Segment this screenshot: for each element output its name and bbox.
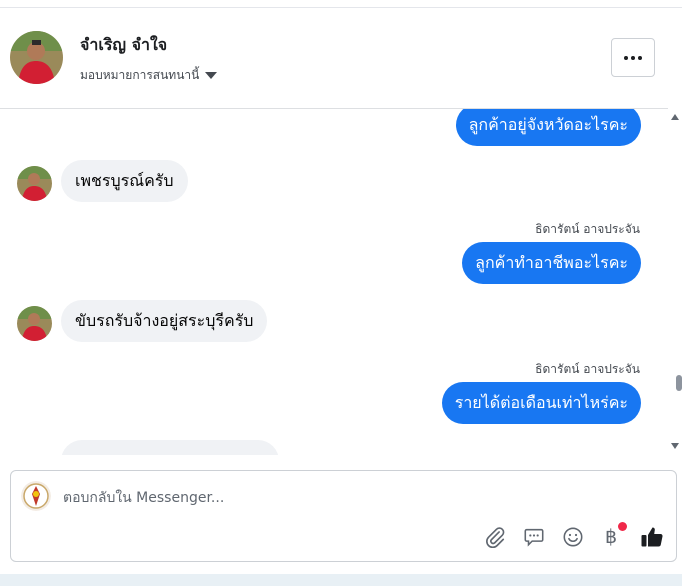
contact-name[interactable]: จำเริญ จำใจ [80, 33, 167, 58]
saved-replies-button[interactable] [522, 525, 546, 549]
like-button[interactable] [640, 525, 664, 549]
scroll-up-arrow-icon[interactable] [671, 114, 679, 120]
contact-avatar-small [17, 166, 52, 201]
thumbs-up-icon [641, 527, 663, 547]
notification-dot [618, 522, 627, 531]
smiley-icon [563, 527, 583, 547]
message-bubble-incoming-partial [61, 440, 279, 455]
ellipsis-icon [624, 55, 628, 60]
message-bubble-outgoing: ลูกค้าอยู่จังหวัดอะไรคะ [455, 109, 641, 146]
caret-down-icon [205, 72, 218, 79]
bottom-edge [0, 574, 682, 586]
payment-button[interactable]: ฿ [599, 522, 627, 549]
speech-bubble-icon [524, 528, 544, 547]
contact-avatar[interactable] [10, 31, 63, 84]
sender-name: ธิดารัตน์ อาจประจัน [535, 362, 640, 376]
scroll-down-arrow-icon[interactable] [671, 443, 679, 449]
message-bubble-outgoing: รายได้ต่อเดือนเท่าไหร่คะ [441, 382, 641, 424]
conversation-header: จำเริญ จำใจ มอบหมายการสนทนานี้ [0, 8, 668, 109]
message-bubble-outgoing: ลูกค้าทำอาชีพอะไรคะ [462, 242, 641, 284]
emoji-button[interactable] [561, 525, 585, 549]
baht-icon: ฿ [604, 526, 618, 548]
top-divider [0, 0, 682, 8]
sender-name: ธิดารัตน์ อาจประจัน [535, 222, 640, 236]
scroll-thumb[interactable] [676, 375, 682, 391]
thread-scrollbar[interactable] [668, 109, 682, 459]
attach-file-button[interactable] [483, 525, 507, 549]
contact-avatar-small [17, 306, 52, 341]
message-thread[interactable]: ลูกค้าอยู่จังหวัดอะไรคะ เพชรบูรณ์ครับ ธิ… [0, 109, 668, 455]
reply-composer: ฿ [10, 470, 677, 562]
message-bubble-incoming: เพชรบูรณ์ครับ [61, 160, 188, 202]
more-options-button[interactable] [611, 38, 655, 77]
page-avatar [21, 481, 51, 511]
assign-conversation-label: มอบหมายการสนทนานี้ [80, 68, 200, 82]
paperclip-icon [486, 527, 505, 548]
reply-input[interactable] [63, 487, 623, 509]
assign-conversation-dropdown[interactable]: มอบหมายการสนทนานี้ [80, 66, 218, 85]
message-bubble-incoming: ขับรถรับจ้างอยู่สระบุรีครับ [61, 300, 268, 342]
